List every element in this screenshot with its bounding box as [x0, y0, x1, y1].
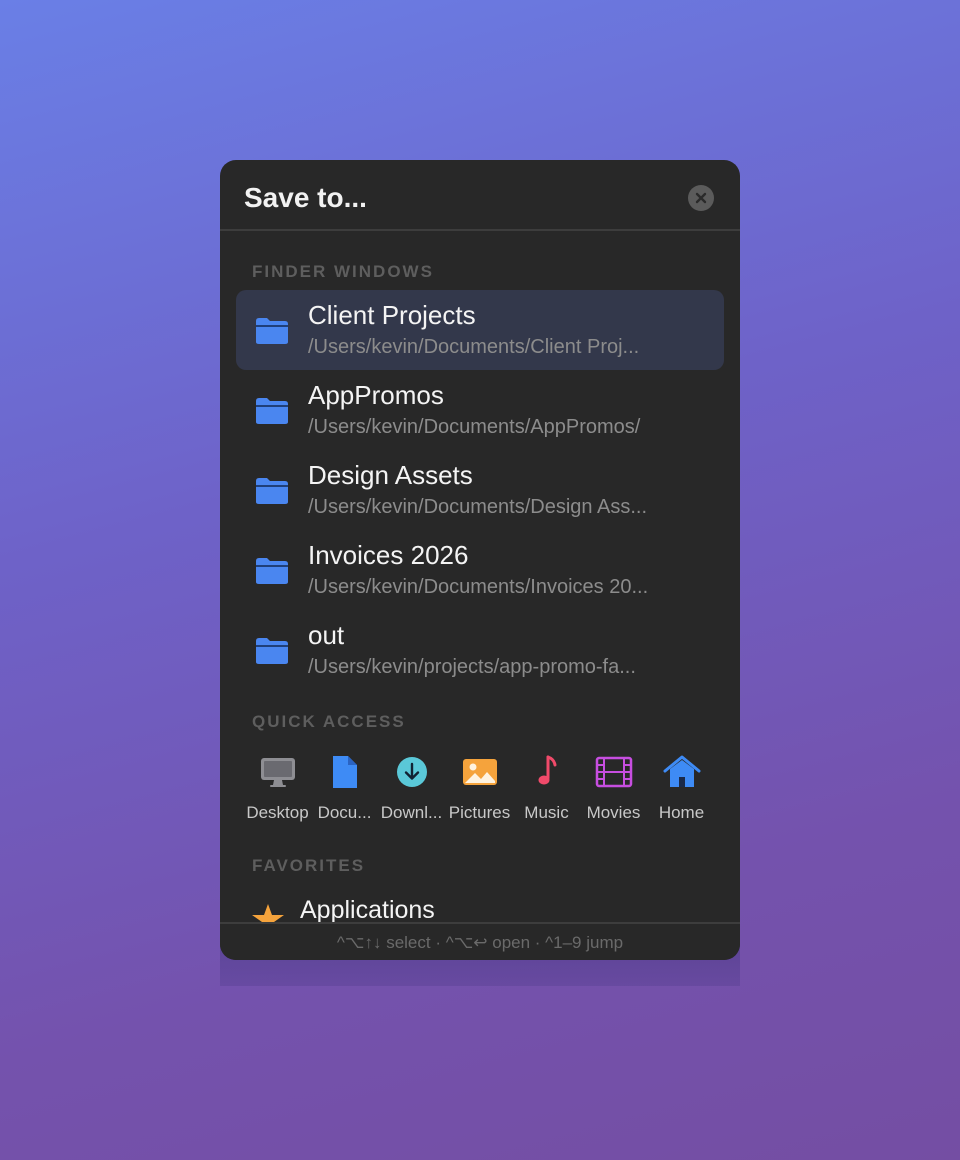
folder-icon	[256, 398, 288, 424]
folder-icon	[256, 478, 288, 504]
folder-icon	[256, 318, 288, 344]
panel-header: Save to...	[220, 160, 740, 231]
home-icon	[663, 755, 700, 787]
music-icon	[538, 755, 556, 785]
finder-window-name: Design Assets	[308, 460, 473, 490]
picture-icon	[462, 759, 497, 785]
finder-window-row[interactable]: out /Users/kevin/projects/app-promo-fa..…	[236, 610, 724, 690]
finder-window-path: /Users/kevin/Documents/Invoices 20...	[308, 576, 649, 598]
finder-window-name: Invoices 2026	[308, 540, 469, 570]
quick-access-home[interactable]: Home	[648, 754, 715, 834]
folder-icon	[256, 638, 288, 664]
finder-window-row[interactable]: Client Projects /Users/kevin/Documents/C…	[236, 290, 724, 370]
panel-title: Save to...	[244, 182, 367, 213]
document-icon	[332, 756, 357, 788]
quick-access-downloads[interactable]: Downl...	[378, 754, 445, 834]
keyboard-hint: ^⌥↑↓ select · ^⌥↩ open · ^1–9 jump	[336, 933, 624, 952]
film-icon	[595, 756, 632, 788]
quick-access-desktop[interactable]: Desktop	[244, 754, 311, 834]
quick-access-label: Downl...	[380, 803, 443, 822]
quick-access-documents[interactable]: Docu...	[311, 754, 378, 834]
folder-icon	[256, 558, 288, 584]
finder-window-path: /Users/kevin/projects/app-promo-fa...	[308, 656, 636, 678]
finder-windows-heading: FINDER WINDOWS	[252, 262, 434, 281]
quick-access-music[interactable]: Music	[513, 754, 580, 834]
finder-window-path: /Users/kevin/Documents/Design Ass...	[308, 496, 648, 518]
desktop-icon	[260, 758, 295, 787]
finder-window-row[interactable]: Invoices 2026 /Users/kevin/Documents/Inv…	[236, 530, 724, 610]
finder-window-row[interactable]: AppPromos /Users/kevin/Documents/AppProm…	[236, 370, 724, 450]
quick-access-movies[interactable]: Movies	[580, 754, 647, 834]
finder-window-name: AppPromos	[308, 380, 444, 410]
finder-window-name: out	[308, 620, 345, 650]
quick-access-label: Desktop	[246, 803, 309, 822]
quick-access-label: Music	[524, 803, 569, 822]
quick-access-pictures[interactable]: Pictures	[446, 754, 513, 834]
finder-window-row[interactable]: Design Assets /Users/kevin/Documents/Des…	[236, 450, 724, 530]
quick-access-label: Movies	[586, 803, 641, 822]
finder-window-path: /Users/kevin/Documents/Client Proj...	[308, 336, 640, 358]
close-button[interactable]	[688, 185, 714, 211]
quick-access-heading: QUICK ACCESS	[252, 712, 406, 731]
close-icon	[695, 192, 707, 204]
favorite-name: Applications	[300, 896, 435, 924]
quick-access-label: Home	[658, 803, 705, 822]
favorites-heading: FAVORITES	[252, 856, 366, 875]
keyboard-hint-footer: ^⌥↑↓ select · ^⌥↩ open · ^1–9 jump	[220, 922, 740, 960]
quick-access-label: Docu...	[317, 803, 372, 822]
finder-window-path: /Users/kevin/Documents/AppPromos/	[308, 416, 641, 438]
save-to-panel: Save to... FINDER WINDOWS Client Project…	[220, 160, 740, 960]
quick-access-label: Pictures	[448, 803, 511, 822]
finder-window-name: Client Projects	[308, 300, 476, 330]
download-icon	[396, 757, 427, 787]
